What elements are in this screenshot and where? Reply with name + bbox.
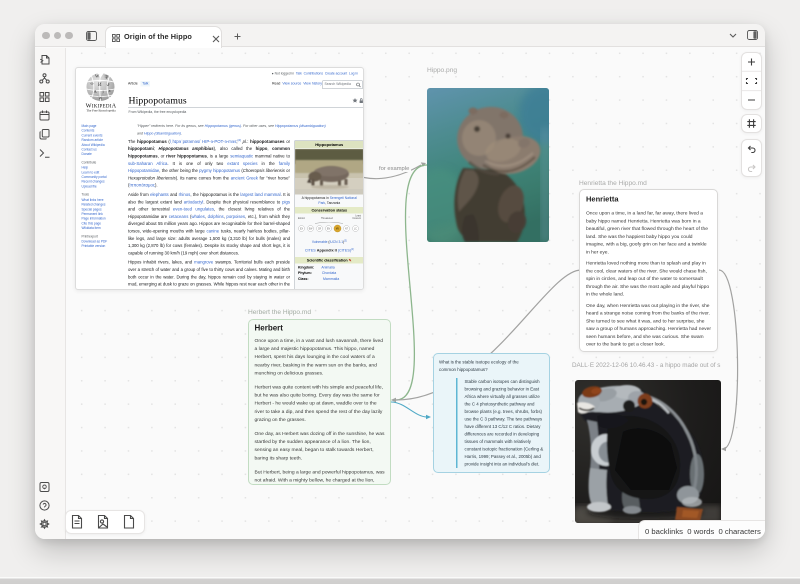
svg-text:VU: VU: [336, 229, 340, 231]
svg-text:ᚹ: ᚹ: [102, 90, 105, 95]
svg-text:字: 字: [105, 74, 109, 80]
svg-text:W: W: [99, 96, 103, 101]
svg-text:EX: EX: [300, 229, 304, 231]
svg-text:И: И: [98, 83, 102, 88]
svg-text:EN: EN: [327, 229, 331, 231]
svg-text:CR: CR: [318, 229, 322, 231]
svg-text:ي: ي: [107, 81, 110, 86]
svg-text:ω: ω: [91, 81, 94, 86]
svg-text:פ: פ: [109, 88, 111, 93]
svg-text:LC: LC: [354, 229, 357, 231]
